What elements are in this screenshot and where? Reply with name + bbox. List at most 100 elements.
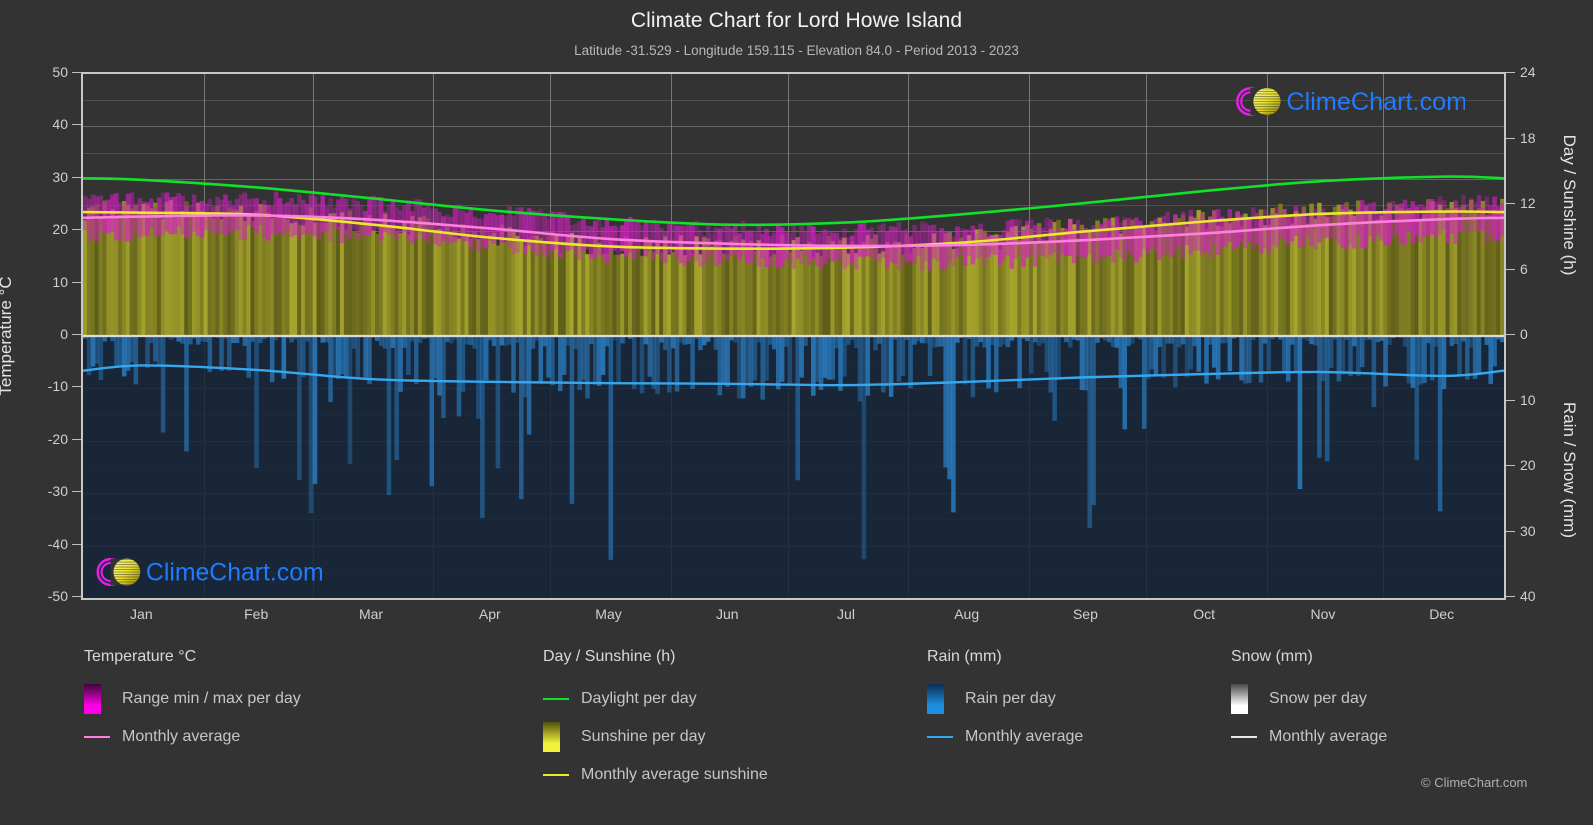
y-tick-mark-right xyxy=(1506,72,1515,73)
legend-label: Rain per day xyxy=(965,690,1056,708)
legend-item[interactable]: Rain per day xyxy=(927,680,1083,718)
chart-subtitle: Latitude -31.529 - Longitude 159.115 - E… xyxy=(0,43,1593,58)
climechart-logo-icon: ClimeChart.com xyxy=(1232,80,1465,123)
legend-label: Range min / max per day xyxy=(122,690,301,708)
x-tick-jul: Jul xyxy=(786,606,906,622)
y-tick-mark-right xyxy=(1506,465,1515,466)
legend-key xyxy=(84,736,122,738)
chart-title: Climate Chart for Lord Howe Island xyxy=(0,9,1593,33)
y-tick-left: 40 xyxy=(12,116,68,132)
y-axis-label-right-top: Day / Sunshine (h) xyxy=(1559,135,1579,276)
x-tick-oct: Oct xyxy=(1144,606,1264,622)
y-tick-mark-left xyxy=(72,72,81,73)
legend-key xyxy=(543,698,581,700)
y-tick-mark-right xyxy=(1506,531,1515,532)
legend-item[interactable]: Snow per day xyxy=(1231,680,1387,718)
legend-item[interactable]: Monthly average xyxy=(1231,718,1387,756)
y-tick-mark-right xyxy=(1506,138,1515,139)
y-tick-right-bottom: 40 xyxy=(1520,588,1536,604)
legend-key xyxy=(1231,684,1269,714)
legend-label: Monthly average xyxy=(122,728,240,746)
y-tick-right-top: 24 xyxy=(1520,64,1536,80)
legend-item[interactable]: Monthly average xyxy=(927,718,1083,756)
copyright-notice: © ClimeChart.com xyxy=(1421,775,1527,790)
legend-label: Daylight per day xyxy=(581,690,697,708)
y-tick-mark-left xyxy=(72,177,81,178)
y-tick-mark-left xyxy=(72,124,81,125)
legend-heading: Rain (mm) xyxy=(927,648,1083,666)
chart-plot-area xyxy=(81,72,1506,600)
watermark-bottom-left: ClimeChart.com xyxy=(92,551,322,593)
legend-label: Monthly average xyxy=(1269,728,1387,746)
watermark-top-right: ClimeChart.com xyxy=(1232,80,1465,123)
y-tick-left: -40 xyxy=(12,536,68,552)
y-tick-mark-left xyxy=(72,386,81,387)
y-tick-mark-right xyxy=(1506,269,1515,270)
y-tick-right-top: 6 xyxy=(1520,261,1528,277)
y-tick-mark-left xyxy=(72,596,81,597)
chart-series-layer xyxy=(83,74,1504,598)
y-tick-mark-right xyxy=(1506,334,1515,335)
y-tick-mark-left xyxy=(72,544,81,545)
x-tick-apr: Apr xyxy=(430,606,550,622)
chart-legend: Temperature °CRange min / max per dayMon… xyxy=(0,648,1593,825)
y-tick-mark-right xyxy=(1506,400,1515,401)
legend-key xyxy=(543,722,581,752)
legend-column-rain-mm: Rain (mm) Rain per day Monthly average xyxy=(927,648,1083,756)
x-tick-jan: Jan xyxy=(81,606,201,622)
legend-key xyxy=(927,684,965,714)
legend-column-temperature-c: Temperature °CRange min / max per dayMon… xyxy=(84,648,301,756)
legend-swatch-icon xyxy=(84,684,101,714)
x-tick-mar: Mar xyxy=(311,606,431,622)
legend-swatch-icon xyxy=(543,722,560,752)
x-tick-nov: Nov xyxy=(1263,606,1383,622)
x-tick-sep: Sep xyxy=(1025,606,1145,622)
legend-item[interactable]: Monthly average xyxy=(84,718,301,756)
y-tick-left: -50 xyxy=(12,588,68,604)
y-tick-mark-left xyxy=(72,229,81,230)
y-tick-mark-right xyxy=(1506,596,1515,597)
x-tick-aug: Aug xyxy=(907,606,1027,622)
y-tick-mark-left xyxy=(72,491,81,492)
y-tick-left: -20 xyxy=(12,431,68,447)
y-tick-left: 0 xyxy=(12,326,68,342)
legend-column-day-sunshine-h: Day / Sunshine (h)Daylight per daySunshi… xyxy=(543,648,768,794)
y-tick-mark-right xyxy=(1506,203,1515,204)
y-tick-mark-left xyxy=(72,282,81,283)
legend-item[interactable]: Daylight per day xyxy=(543,680,768,718)
y-tick-left: -30 xyxy=(12,483,68,499)
y-tick-right-top: 0 xyxy=(1520,326,1528,342)
x-tick-may: May xyxy=(549,606,669,622)
y-tick-right-bottom: 30 xyxy=(1520,523,1536,539)
y-tick-mark-left xyxy=(72,439,81,440)
watermark-text: ClimeChart.com xyxy=(146,560,322,587)
legend-swatch-icon xyxy=(927,684,944,714)
legend-column-snow-mm: Snow (mm)Snow per dayMonthly average xyxy=(1231,648,1387,756)
legend-key xyxy=(927,736,965,738)
y-tick-mark-left xyxy=(72,334,81,335)
y-tick-left: 20 xyxy=(12,221,68,237)
climechart-logo-icon: ClimeChart.com xyxy=(92,551,322,593)
y-axis-label-right-bottom: Rain / Snow (mm) xyxy=(1559,402,1579,538)
legend-line-icon xyxy=(927,736,953,738)
legend-label: Sunshine per day xyxy=(581,728,706,746)
y-tick-left: -10 xyxy=(12,378,68,394)
legend-key xyxy=(84,684,122,714)
legend-item[interactable]: Monthly average sunshine xyxy=(543,756,768,794)
y-tick-left: 10 xyxy=(12,274,68,290)
legend-label: Snow per day xyxy=(1269,690,1367,708)
legend-key xyxy=(1231,736,1269,738)
y-tick-right-top: 18 xyxy=(1520,130,1536,146)
x-tick-jun: Jun xyxy=(667,606,787,622)
legend-key xyxy=(543,774,581,776)
x-tick-dec: Dec xyxy=(1382,606,1502,622)
legend-line-icon xyxy=(543,698,569,700)
x-tick-feb: Feb xyxy=(196,606,316,622)
y-tick-left: 50 xyxy=(12,64,68,80)
legend-item[interactable]: Range min / max per day xyxy=(84,680,301,718)
legend-line-icon xyxy=(543,774,569,776)
legend-label: Monthly average sunshine xyxy=(581,766,768,784)
legend-swatch-icon xyxy=(1231,684,1248,714)
legend-item[interactable]: Sunshine per day xyxy=(543,718,768,756)
watermark-text: ClimeChart.com xyxy=(1286,88,1465,116)
